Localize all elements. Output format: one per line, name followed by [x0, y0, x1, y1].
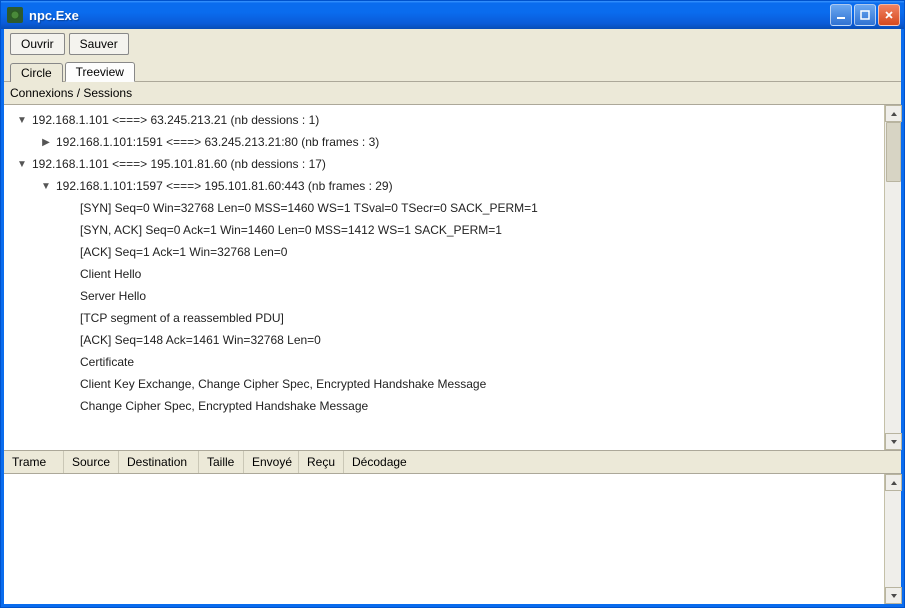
col-decodage[interactable]: Décodage [344, 451, 901, 473]
app-icon [7, 7, 23, 23]
tree-node[interactable]: [ACK] Seq=148 Ack=1461 Win=32768 Len=0 [4, 329, 884, 351]
tree-node[interactable]: Client Key Exchange, Change Cipher Spec,… [4, 373, 884, 395]
tree-node-label: [ACK] Seq=148 Ack=1461 Win=32768 Len=0 [80, 333, 321, 347]
tree-node[interactable]: Server Hello [4, 285, 884, 307]
tab-circle[interactable]: Circle [10, 63, 63, 82]
tree-node-label: [TCP segment of a reassembled PDU] [80, 311, 284, 325]
maximize-button[interactable] [854, 4, 876, 26]
app-window: npc.Exe Ouvrir Sauver Circle Treeview Co… [0, 0, 905, 608]
toolbar: Ouvrir Sauver [4, 29, 901, 59]
col-trame[interactable]: Trame [4, 451, 64, 473]
tree-node[interactable]: Change Cipher Spec, Encrypted Handshake … [4, 395, 884, 417]
tree-scrollbar[interactable] [884, 105, 901, 450]
tree-area: ▼ 192.168.1.101 <===> 63.245.213.21 (nb d… [4, 105, 901, 450]
details-body[interactable] [4, 474, 884, 604]
tree-node-label: [ACK] Seq=1 Ack=1 Win=32768 Len=0 [80, 245, 287, 259]
tree-node[interactable]: [ACK] Seq=1 Ack=1 Win=32768 Len=0 [4, 241, 884, 263]
scroll-thumb[interactable] [886, 122, 901, 182]
details-pane [4, 474, 901, 604]
client-area: Ouvrir Sauver Circle Treeview Connexions… [1, 29, 904, 607]
col-source[interactable]: Source [64, 451, 119, 473]
expand-icon[interactable]: ▶ [40, 137, 52, 148]
tree-header: Connexions / Sessions [4, 81, 901, 105]
collapse-icon[interactable]: ▼ [16, 159, 28, 170]
details-scrollbar[interactable] [884, 474, 901, 604]
tab-treeview[interactable]: Treeview [65, 62, 135, 82]
tree-node[interactable]: [SYN, ACK] Seq=0 Ack=1 Win=1460 Len=0 MS… [4, 219, 884, 241]
tree-node-label: 192.168.1.101:1597 <===> 195.101.81.60:4… [56, 179, 393, 193]
tree-node[interactable]: ▼ 192.168.1.101:1597 <===> 195.101.81.60:… [4, 175, 884, 197]
title-bar[interactable]: npc.Exe [1, 1, 904, 29]
tree-node[interactable]: ▼ 192.168.1.101 <===> 195.101.81.60 (nb d… [4, 153, 884, 175]
tree-node-label: Client Hello [80, 267, 141, 281]
tab-strip: Circle Treeview [4, 59, 901, 81]
scroll-down-button[interactable] [885, 587, 902, 604]
open-button[interactable]: Ouvrir [10, 33, 65, 55]
col-taille[interactable]: Taille [199, 451, 244, 473]
tree-node[interactable]: Client Hello [4, 263, 884, 285]
col-destination[interactable]: Destination [119, 451, 199, 473]
col-recu[interactable]: Reçu [299, 451, 344, 473]
tree-node-label: 192.168.1.101 <===> 63.245.213.21 (nb de… [32, 113, 319, 127]
tree-node-label: Certificate [80, 355, 134, 369]
collapse-icon[interactable]: ▼ [16, 115, 28, 126]
scroll-up-button[interactable] [885, 105, 902, 122]
tree-node[interactable]: ▼ 192.168.1.101 <===> 63.245.213.21 (nb d… [4, 109, 884, 131]
tree-node[interactable]: ▶ 192.168.1.101:1591 <===> 63.245.213.21:… [4, 131, 884, 153]
tree-node-label: 192.168.1.101:1591 <===> 63.245.213.21:8… [56, 135, 379, 149]
connections-tree[interactable]: ▼ 192.168.1.101 <===> 63.245.213.21 (nb d… [4, 105, 884, 450]
tree-node-label: Client Key Exchange, Change Cipher Spec,… [80, 377, 486, 391]
save-button[interactable]: Sauver [69, 33, 129, 55]
tree-node-label: 192.168.1.101 <===> 195.101.81.60 (nb de… [32, 157, 326, 171]
minimize-button[interactable] [830, 4, 852, 26]
tree-node[interactable]: [TCP segment of a reassembled PDU] [4, 307, 884, 329]
tree-node[interactable]: Certificate [4, 351, 884, 373]
tree-node-label: Change Cipher Spec, Encrypted Handshake … [80, 399, 368, 413]
window-controls [830, 4, 900, 26]
tree-header-label: Connexions / Sessions [10, 86, 895, 100]
tree-node-label: [SYN, ACK] Seq=0 Ack=1 Win=1460 Len=0 MS… [80, 223, 502, 237]
details-columns-header: Trame Source Destination Taille Envoyé R… [4, 450, 901, 474]
scroll-up-button[interactable] [885, 474, 902, 491]
scroll-down-button[interactable] [885, 433, 902, 450]
col-envoye[interactable]: Envoyé [244, 451, 299, 473]
collapse-icon[interactable]: ▼ [40, 181, 52, 192]
tree-node-label: Server Hello [80, 289, 146, 303]
window-title: npc.Exe [29, 8, 830, 23]
close-button[interactable] [878, 4, 900, 26]
tree-node[interactable]: [SYN] Seq=0 Win=32768 Len=0 MSS=1460 WS=… [4, 197, 884, 219]
tree-node-label: [SYN] Seq=0 Win=32768 Len=0 MSS=1460 WS=… [80, 201, 538, 215]
